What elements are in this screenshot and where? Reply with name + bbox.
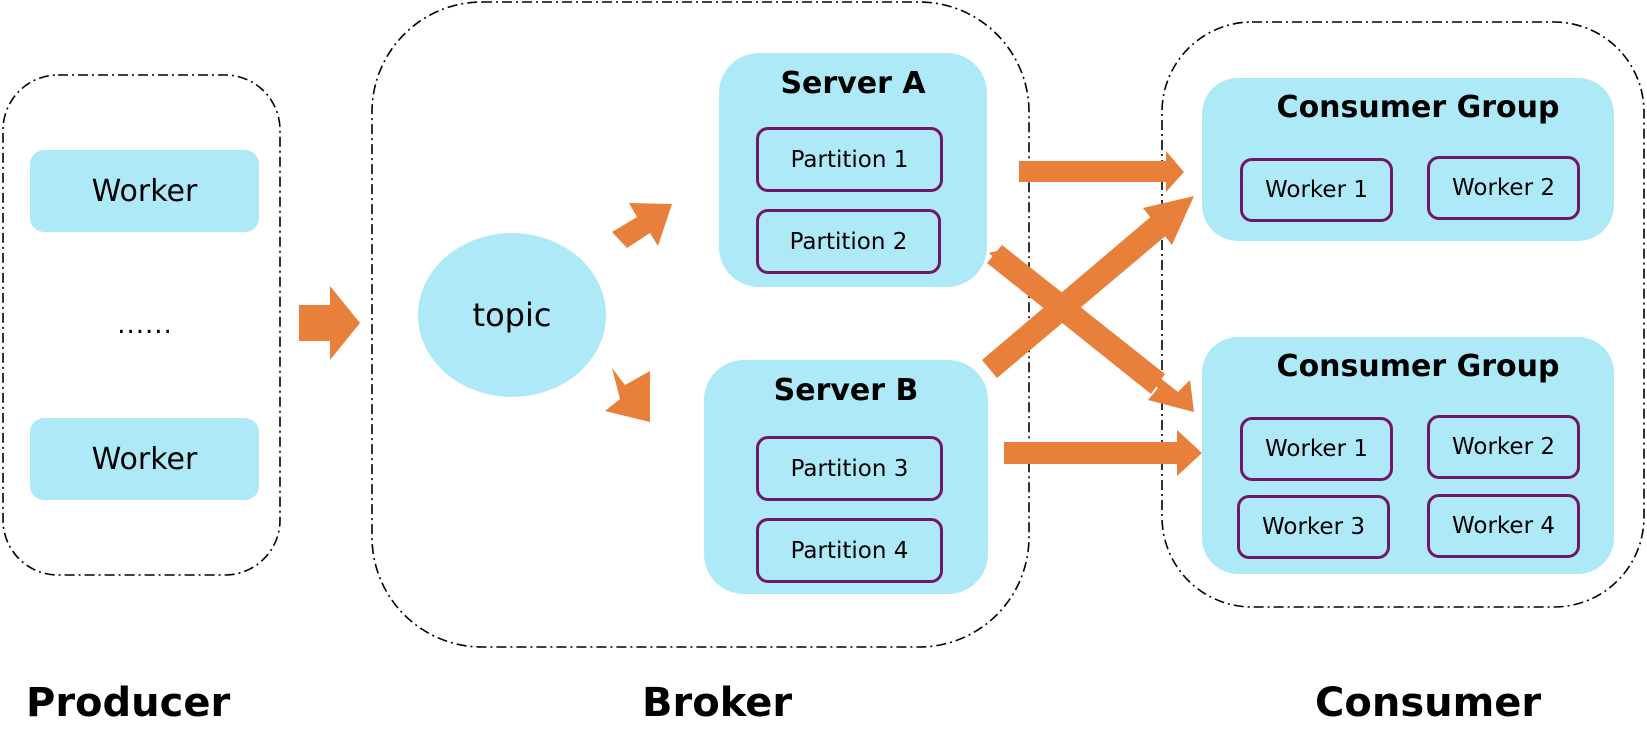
arrow-topic-to-server-a bbox=[612, 203, 672, 248]
arrow-server-b-to-group-1-shaft bbox=[982, 214, 1169, 378]
arrow-server-a-to-group-2-shaft bbox=[987, 245, 1165, 394]
arrow-producer-to-broker bbox=[299, 286, 360, 360]
producer-section-label: Producer bbox=[26, 680, 231, 726]
broker-section-label: Broker bbox=[642, 680, 793, 726]
arrow-server-a-to-group-1 bbox=[1019, 151, 1184, 192]
arrow-server-b-to-group-2 bbox=[1004, 430, 1202, 476]
consumer-section-label: Consumer bbox=[1315, 680, 1542, 726]
arrows-layer bbox=[299, 151, 1202, 476]
arrow-topic-to-server-b bbox=[605, 368, 650, 422]
